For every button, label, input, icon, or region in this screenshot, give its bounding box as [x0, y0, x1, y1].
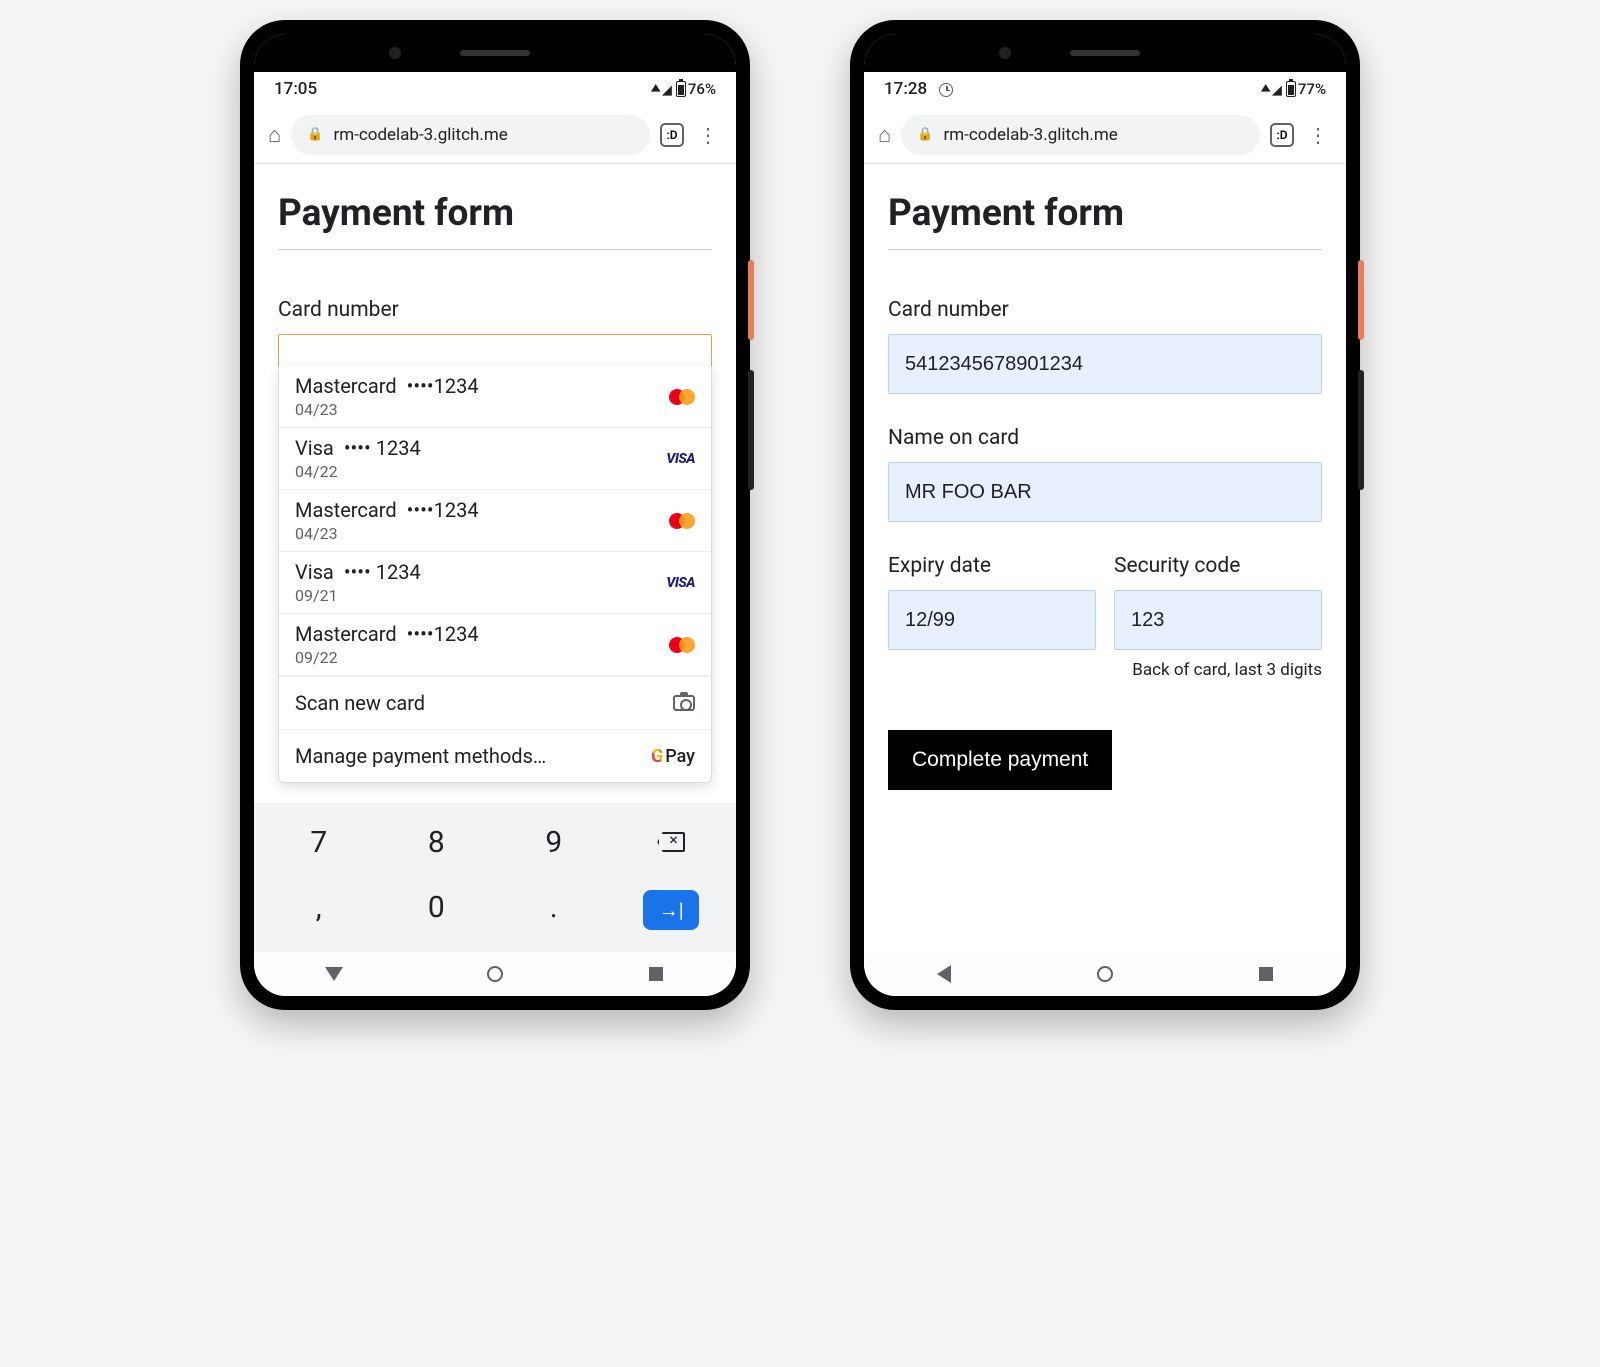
wifi-icon [652, 80, 660, 98]
nav-home-icon[interactable] [487, 966, 503, 982]
backspace-icon [657, 832, 685, 852]
screen: 17:28 77% ⌂ 🔒 rm-codelab-3.glitch.me :D … [864, 34, 1346, 996]
status-time: 17:05 [274, 79, 317, 99]
status-right: 76% [652, 80, 716, 98]
status-time: 17:28 [884, 79, 927, 99]
signal-icon [662, 80, 672, 98]
enter-icon: →| [643, 890, 699, 930]
autofill-dropdown: Mastercard••••1234 04/23 Visa•••• 1234 0… [278, 366, 712, 783]
battery-icon [676, 81, 686, 97]
page-content: Payment form Card number Name on card Ex… [864, 164, 1346, 952]
status-bar: 17:05 76% [254, 72, 736, 106]
complete-payment-button[interactable]: Complete payment [888, 730, 1112, 790]
key-0[interactable]: 0 [378, 878, 496, 942]
address-bar[interactable]: 🔒 rm-codelab-3.glitch.me [291, 115, 650, 155]
browser-toolbar: ⌂ 🔒 rm-codelab-3.glitch.me :D ⋮ [254, 106, 736, 164]
page-title: Payment form [278, 192, 712, 250]
cvv-label: Security code [1114, 554, 1322, 578]
lock-icon: 🔒 [307, 127, 323, 142]
url-text: rm-codelab-3.glitch.me [333, 125, 507, 145]
nav-recents-icon[interactable] [649, 967, 663, 981]
visa-icon: VISA [659, 575, 695, 591]
card-number-label: Card number [278, 298, 712, 322]
phone-left: 17:05 76% ⌂ 🔒 rm-codelab-3.glitch.me :D … [240, 20, 750, 1010]
gpay-icon: GPay [651, 746, 695, 767]
nav-home-icon[interactable] [1097, 966, 1113, 982]
autofill-card-option[interactable]: Visa•••• 1234 09/21 VISA [279, 552, 711, 614]
key-9[interactable]: 9 [495, 813, 613, 872]
name-on-card-label: Name on card [888, 426, 1322, 450]
status-bar: 17:28 77% [864, 72, 1346, 106]
battery-pct: 77% [1298, 80, 1326, 98]
expiry-label: Expiry date [888, 554, 1096, 578]
scan-card-option[interactable]: Scan new card [279, 676, 711, 729]
key-period[interactable]: . [495, 878, 613, 942]
front-camera [389, 47, 401, 59]
address-bar[interactable]: 🔒 rm-codelab-3.glitch.me [901, 115, 1260, 155]
phone-right: 17:28 77% ⌂ 🔒 rm-codelab-3.glitch.me :D … [850, 20, 1360, 1010]
cvv-helper-text: Back of card, last 3 digits [888, 660, 1322, 680]
front-camera [999, 47, 1011, 59]
power-button [748, 260, 754, 340]
mastercard-icon [659, 513, 695, 529]
numeric-keyboard: 7 8 9 , 0 . →| [254, 803, 736, 952]
autofill-card-option[interactable]: Mastercard••••1234 04/23 [279, 366, 711, 428]
tabs-button[interactable]: :D [1270, 123, 1294, 147]
notch [254, 34, 736, 72]
wifi-icon [1262, 80, 1270, 98]
visa-icon: VISA [659, 451, 695, 467]
status-left: 17:28 [884, 79, 953, 99]
nav-recents-icon[interactable] [1259, 967, 1273, 981]
android-nav-bar [254, 952, 736, 996]
browser-toolbar: ⌂ 🔒 rm-codelab-3.glitch.me :D ⋮ [864, 106, 1346, 164]
nav-back-icon[interactable] [325, 967, 343, 981]
key-8[interactable]: 8 [378, 813, 496, 872]
signal-icon [1272, 80, 1282, 98]
android-nav-bar [864, 952, 1346, 996]
screen: 17:05 76% ⌂ 🔒 rm-codelab-3.glitch.me :D … [254, 34, 736, 996]
card-number-input[interactable] [888, 334, 1322, 394]
tabs-button[interactable]: :D [660, 123, 684, 147]
speaker [1070, 50, 1140, 56]
card-number-label: Card number [888, 298, 1322, 322]
url-text: rm-codelab-3.glitch.me [943, 125, 1117, 145]
page-content: Payment form Card number Mastercard••••1… [254, 164, 736, 803]
page-title: Payment form [888, 192, 1322, 250]
volume-button [1358, 370, 1364, 490]
autofill-card-option[interactable]: Mastercard••••1234 09/22 [279, 614, 711, 676]
manage-payments-option[interactable]: Manage payment methods… GPay [279, 729, 711, 782]
overflow-menu-icon[interactable]: ⋮ [1304, 123, 1332, 147]
volume-button [748, 370, 754, 490]
key-comma[interactable]: , [260, 878, 378, 942]
name-on-card-input[interactable] [888, 462, 1322, 522]
autofill-card-option[interactable]: Mastercard••••1234 04/23 [279, 490, 711, 552]
key-backspace[interactable] [613, 813, 731, 872]
cvv-input[interactable] [1114, 590, 1322, 650]
status-right: 77% [1262, 80, 1326, 98]
alarm-icon [939, 83, 953, 97]
power-button [1358, 260, 1364, 340]
speaker [460, 50, 530, 56]
mastercard-icon [659, 389, 695, 405]
battery-pct: 76% [688, 80, 716, 98]
key-7[interactable]: 7 [260, 813, 378, 872]
nav-back-icon[interactable] [937, 965, 951, 983]
home-icon[interactable]: ⌂ [878, 122, 891, 148]
home-icon[interactable]: ⌂ [268, 122, 281, 148]
autofill-card-option[interactable]: Visa•••• 1234 04/22 VISA [279, 428, 711, 490]
camera-icon [673, 695, 695, 711]
battery-icon [1286, 81, 1296, 97]
expiry-input[interactable] [888, 590, 1096, 650]
overflow-menu-icon[interactable]: ⋮ [694, 123, 722, 147]
notch [864, 34, 1346, 72]
mastercard-icon [659, 637, 695, 653]
lock-icon: 🔒 [917, 127, 933, 142]
key-enter[interactable]: →| [613, 878, 731, 942]
